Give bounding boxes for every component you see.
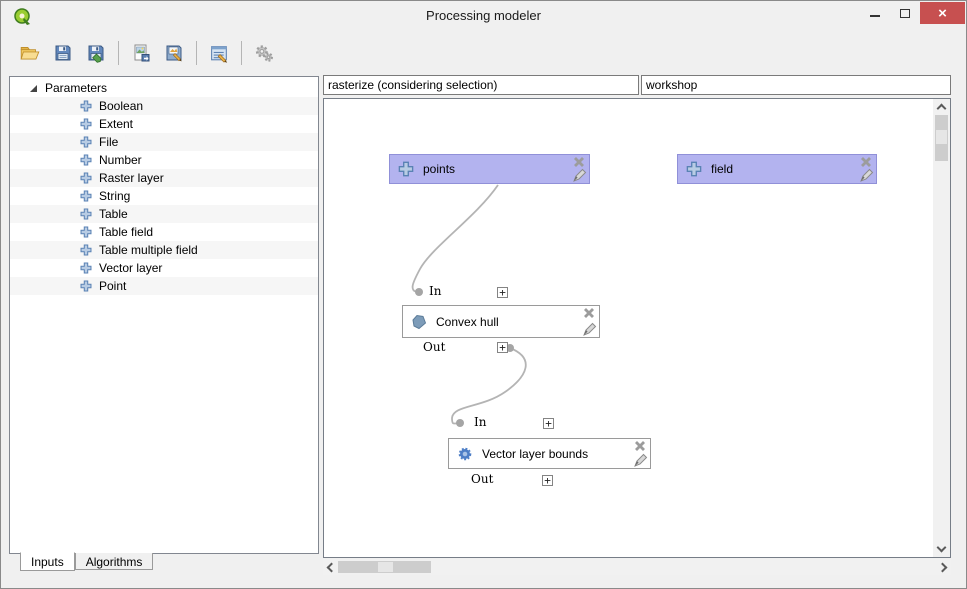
edit-node-icon[interactable] <box>582 322 597 337</box>
save-model-button[interactable] <box>48 38 78 68</box>
export-as-python-icon <box>164 43 184 63</box>
model-canvas[interactable]: points field In + <box>323 98 951 558</box>
algorithm-node-convex-hull[interactable]: Convex hull <box>402 305 600 338</box>
node-label: field <box>711 162 733 176</box>
add-input-plus-icon <box>80 280 92 292</box>
tree-item-table[interactable]: Table <box>10 205 318 223</box>
tree-item-string[interactable]: String <box>10 187 318 205</box>
convex-hull-icon <box>411 314 427 330</box>
add-input-plus-icon <box>80 208 92 220</box>
model-group-input[interactable] <box>641 75 951 95</box>
edit-node-icon[interactable] <box>859 168 874 183</box>
tree-item-number[interactable]: Number <box>10 151 318 169</box>
scrollbar-grip <box>936 130 947 144</box>
model-input-node-field[interactable]: field <box>677 154 877 184</box>
algorithm-node-vector-layer-bounds[interactable]: Vector layer bounds <box>448 438 651 469</box>
scroll-left-icon[interactable] <box>327 563 337 573</box>
add-input-plus-icon <box>80 154 92 166</box>
input-plus-icon <box>398 161 414 177</box>
model-input-node-points[interactable]: points <box>389 154 590 184</box>
tree-item-table-multiple-field[interactable]: Table multiple field <box>10 241 318 259</box>
add-input-plus-icon <box>80 190 92 202</box>
scrollbar-grip <box>378 562 393 572</box>
add-input-plus-icon <box>80 226 92 238</box>
vector-layer-bounds-out-expander[interactable]: + <box>542 475 553 486</box>
convex-hull-in-port-label: In <box>429 284 441 298</box>
run-model-button[interactable] <box>249 38 279 68</box>
vector-layer-bounds-out-port-label: Out <box>471 472 493 486</box>
maximize-button[interactable] <box>890 2 920 24</box>
tree-collapse-icon[interactable] <box>30 85 37 92</box>
tree-item-point[interactable]: Point <box>10 277 318 295</box>
tree-root-parameters[interactable]: Parameters <box>10 79 318 97</box>
toolbar-separator <box>118 41 119 65</box>
close-icon: × <box>938 6 947 21</box>
edit-model-help-icon <box>209 43 230 64</box>
tab-inputs[interactable]: Inputs <box>20 552 75 571</box>
tree-item-table-field[interactable]: Table field <box>10 223 318 241</box>
parameters-tree: Parameters Boolean Extent File Number Ra… <box>10 77 318 295</box>
close-button[interactable]: × <box>920 2 965 24</box>
tree-item-file[interactable]: File <box>10 133 318 151</box>
toolbar-separator <box>196 41 197 65</box>
delete-node-icon[interactable] <box>582 306 596 320</box>
save-model-as-button[interactable] <box>81 38 111 68</box>
vector-layer-bounds-in-port-label: In <box>474 415 486 429</box>
add-input-plus-icon <box>80 100 92 112</box>
titlebar[interactable]: Processing modeler × <box>1 1 966 31</box>
tree-item-extent[interactable]: Extent <box>10 115 318 133</box>
inputs-panel: Parameters Boolean Extent File Number Ra… <box>9 76 319 554</box>
delete-node-icon[interactable] <box>859 155 873 169</box>
save-model-icon <box>53 43 73 63</box>
window-title: Processing modeler <box>1 8 966 23</box>
processing-modeler-window: Processing modeler × <box>0 0 967 589</box>
minimize-button[interactable] <box>860 2 890 24</box>
edit-model-help-button[interactable] <box>204 38 234 68</box>
tree-item-vector-layer[interactable]: Vector layer <box>10 259 318 277</box>
add-input-plus-icon <box>80 244 92 256</box>
convex-hull-in-expander[interactable]: + <box>497 287 508 298</box>
convex-hull-out-expander[interactable]: + <box>497 342 508 353</box>
edit-node-icon[interactable] <box>633 453 648 468</box>
node-label: points <box>423 162 455 176</box>
vector-layer-bounds-in-expander[interactable]: + <box>543 418 554 429</box>
horizontal-scrollbar-thumb[interactable] <box>338 561 431 573</box>
toolbar-separator <box>241 41 242 65</box>
convex-hull-out-port-label: Out <box>423 340 445 354</box>
maximize-icon <box>900 9 910 18</box>
edit-node-icon[interactable] <box>572 168 587 183</box>
run-model-gears-icon <box>254 43 275 64</box>
export-as-python-button[interactable] <box>159 38 189 68</box>
toolbar <box>15 37 282 69</box>
add-input-plus-icon <box>80 172 92 184</box>
open-model-folder-icon <box>19 42 41 64</box>
tree-item-raster-layer[interactable]: Raster layer <box>10 169 318 187</box>
delete-node-icon[interactable] <box>633 439 647 453</box>
vertical-scrollbar-thumb[interactable] <box>935 115 948 161</box>
open-model-button[interactable] <box>15 38 45 68</box>
export-as-image-button[interactable] <box>126 38 156 68</box>
canvas-horizontal-scrollbar[interactable] <box>323 559 951 575</box>
add-input-plus-icon <box>80 262 92 274</box>
tab-algorithms[interactable]: Algorithms <box>75 553 154 570</box>
export-as-image-icon <box>131 43 151 63</box>
node-label: Vector layer bounds <box>482 447 588 461</box>
canvas-vertical-scrollbar[interactable] <box>933 99 950 557</box>
add-input-plus-icon <box>80 136 92 148</box>
tree-item-boolean[interactable]: Boolean <box>10 97 318 115</box>
node-label: Convex hull <box>436 315 499 329</box>
scroll-down-icon[interactable] <box>937 543 947 553</box>
minimize-icon <box>870 15 880 17</box>
input-plus-icon <box>686 161 702 177</box>
vector-layer-bounds-gear-icon <box>457 446 473 462</box>
scroll-up-icon[interactable] <box>937 104 947 114</box>
delete-node-icon[interactable] <box>572 155 586 169</box>
model-name-input[interactable] <box>323 75 639 95</box>
scroll-right-icon[interactable] <box>938 563 948 573</box>
add-input-plus-icon <box>80 118 92 130</box>
save-model-as-icon <box>86 43 106 63</box>
panel-tabbar: Inputs Algorithms <box>20 553 153 571</box>
